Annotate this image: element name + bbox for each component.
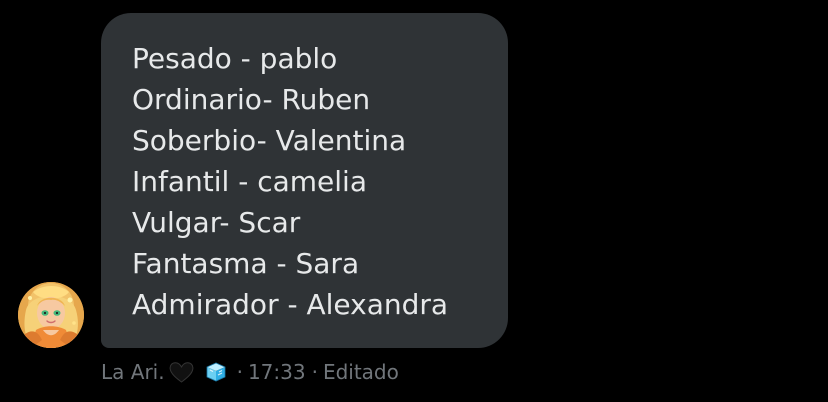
message-line: Infantil - camelia <box>132 165 367 198</box>
message-line: Soberbio- Valentina <box>132 124 407 157</box>
ice-cube-icon <box>203 360 228 384</box>
message-time: 17:33 <box>247 360 306 384</box>
message-line: Admirador - Alexandra <box>132 288 449 321</box>
message-meta: La Ari. · 17:33 · Editado <box>101 358 399 386</box>
avatar-illustration <box>18 282 84 348</box>
dm-conversation-view: Pesado - pablo Ordinario- Ruben Soberbio… <box>0 0 828 402</box>
black-heart-icon-svg <box>169 361 193 383</box>
edited-label[interactable]: Editado <box>323 360 399 384</box>
user-avatar[interactable] <box>18 282 84 348</box>
message-line: Pesado - pablo <box>132 42 338 75</box>
black-heart-icon <box>168 361 195 384</box>
sender-name[interactable]: La Ari. <box>101 360 165 384</box>
message-text: Pesado - pablo Ordinario- Ruben Soberbio… <box>132 38 448 325</box>
message-line: Ordinario- Ruben <box>132 83 371 116</box>
message-line: Vulgar- Scar <box>132 206 301 239</box>
ice-cube-icon-svg <box>206 362 225 382</box>
meta-separator: · <box>311 360 318 384</box>
meta-separator: · <box>236 360 243 384</box>
message-line: Fantasma - Sara <box>132 247 360 280</box>
message-bubble[interactable]: Pesado - pablo Ordinario- Ruben Soberbio… <box>101 13 508 348</box>
